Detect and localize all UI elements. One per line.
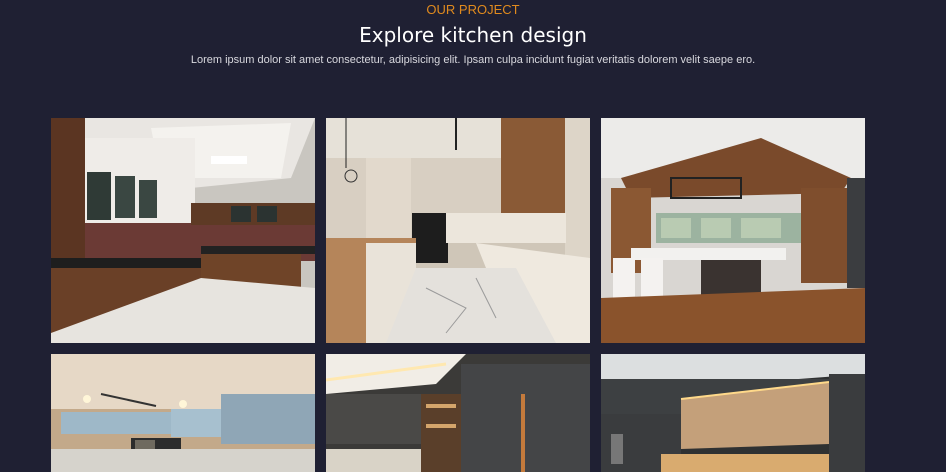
gallery-image-6[interactable] [601, 354, 865, 472]
section-eyebrow: OUR PROJECT [426, 2, 520, 17]
section-subtitle: Lorem ipsum dolor sit amet consectetur, … [190, 54, 756, 66]
gallery-image-4[interactable] [51, 354, 315, 472]
section-title: Explore kitchen design [359, 23, 587, 47]
gallery-image-5[interactable] [326, 354, 590, 472]
gallery-image-3[interactable] [601, 118, 865, 343]
gallery-image-1[interactable] [51, 118, 315, 343]
gallery-image-2[interactable] [326, 118, 590, 343]
